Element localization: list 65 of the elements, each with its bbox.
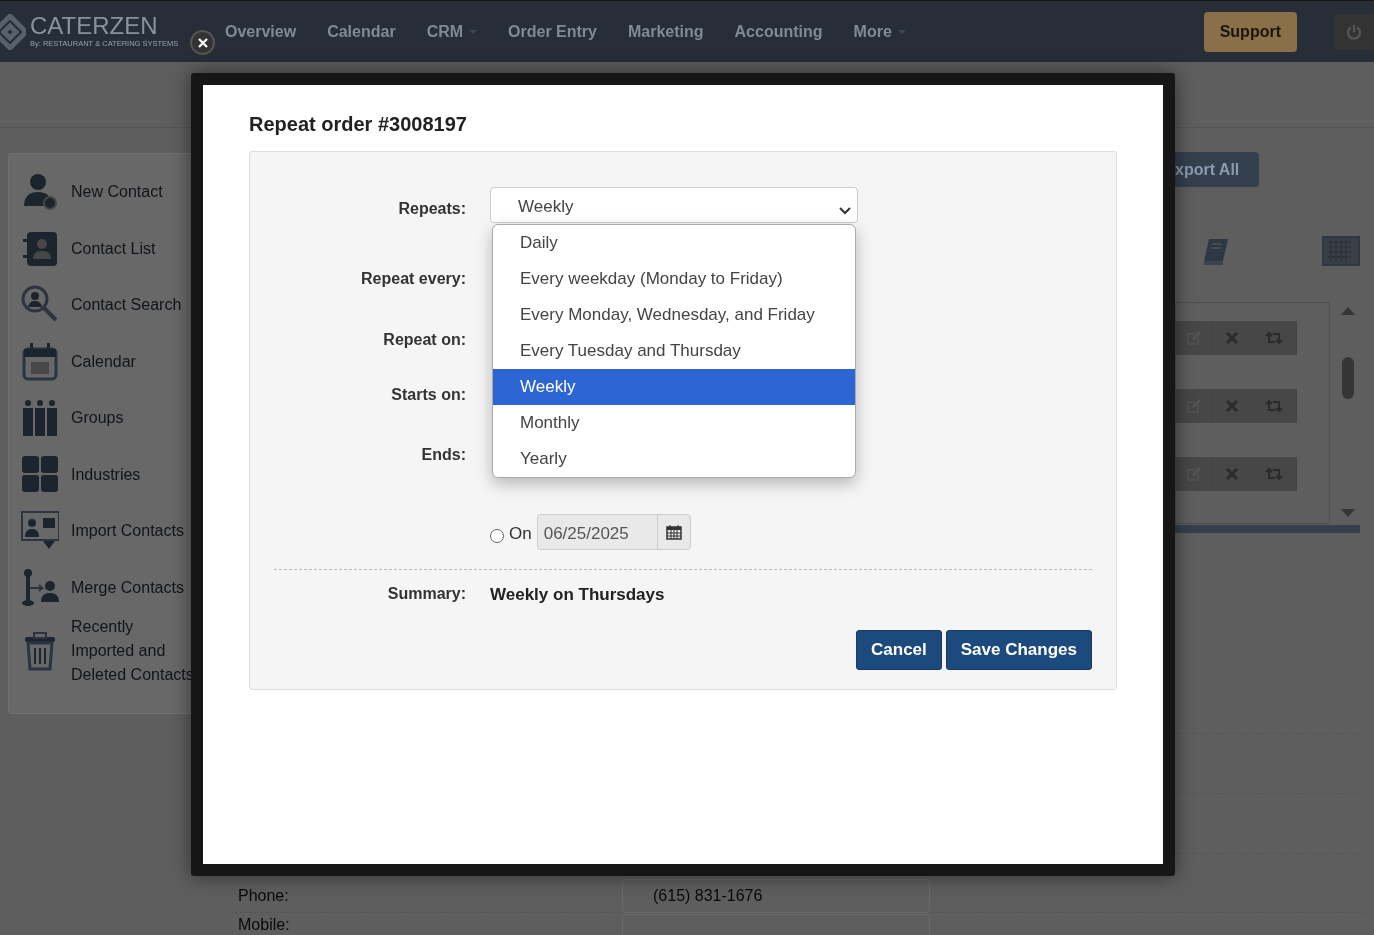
person-add-icon xyxy=(21,172,59,213)
sidebar-link[interactable]: Merge Contacts xyxy=(71,575,184,600)
repeat-button[interactable] xyxy=(1251,389,1297,423)
sidebar-link[interactable]: Contact List xyxy=(71,236,156,261)
sidebar-link[interactable]: New Contact xyxy=(71,180,163,205)
nav-link[interactable]: Calendar xyxy=(327,19,396,44)
field-label: Phone: xyxy=(238,887,289,904)
logo-icon xyxy=(0,13,26,50)
spreadsheet-icon[interactable] xyxy=(1322,236,1360,266)
radio-button[interactable] xyxy=(490,529,504,543)
power-button[interactable] xyxy=(1334,13,1374,50)
power-icon xyxy=(1346,23,1362,40)
sidebar-link[interactable]: Contact Search xyxy=(71,293,182,318)
nav-link[interactable]: More xyxy=(853,19,906,44)
field-label: Starts on: xyxy=(390,385,466,405)
dropdown-option[interactable]: Every Monday, Wednesday, and Friday xyxy=(493,297,855,333)
edit-button[interactable] xyxy=(1175,321,1213,355)
summary-text: Weekly on Thursdays xyxy=(490,584,665,606)
dropdown-option[interactable]: Weekly xyxy=(493,369,855,405)
repeat-button[interactable] xyxy=(1251,321,1297,355)
sidebar-link[interactable]: Industries xyxy=(71,462,141,487)
book-icon[interactable] xyxy=(1203,238,1229,266)
dropdown-option[interactable]: Every Tuesday and Thursday xyxy=(493,333,855,369)
edit-button[interactable] xyxy=(1175,389,1213,423)
dialog-title: Repeat order #3008197 xyxy=(249,112,468,137)
sidebar-link[interactable]: Calendar xyxy=(71,349,136,374)
close-icon xyxy=(1225,468,1238,480)
sidebar-link[interactable]: Import Contacts xyxy=(71,519,184,544)
field-label: Ends: xyxy=(420,445,466,465)
repeat-button[interactable] xyxy=(1251,457,1297,491)
repeat-icon xyxy=(1264,400,1283,412)
support-button[interactable]: Support xyxy=(1203,11,1297,52)
calendar-icon xyxy=(665,524,682,540)
people-icon xyxy=(21,398,59,439)
nav-link[interactable]: Order Entry xyxy=(508,19,597,44)
close-icon xyxy=(1225,332,1238,344)
repeat-icon xyxy=(1264,332,1283,344)
field-label: Repeat on: xyxy=(382,330,466,350)
nav-link[interactable]: Accounting xyxy=(734,19,823,44)
save-button[interactable]: Save Changes xyxy=(945,630,1092,670)
field-label: Summary: xyxy=(386,584,466,604)
repeat-icon xyxy=(1264,468,1283,480)
dropdown-option[interactable]: Monthly xyxy=(493,405,855,441)
field-label: Repeats: xyxy=(397,199,466,219)
dropdown-option[interactable]: Every weekday (Monday to Friday) xyxy=(493,261,855,297)
edit-button[interactable] xyxy=(1175,457,1213,491)
nav-link[interactable]: Marketing xyxy=(628,19,704,44)
logo-text: CATERZEN xyxy=(30,13,159,38)
field-label: Repeat every: xyxy=(360,269,466,289)
calendar-icon xyxy=(21,341,59,382)
nav-link[interactable]: CRM xyxy=(426,19,478,44)
cancel-button[interactable]: Cancel xyxy=(856,630,942,670)
close-icon xyxy=(197,37,208,48)
dropdown-option[interactable]: Yearly xyxy=(493,441,855,477)
dropdown-option[interactable]: Daily xyxy=(493,225,855,261)
close-icon xyxy=(1225,400,1238,412)
horizontal-scrollbar[interactable] xyxy=(1175,525,1360,533)
radio-label: On xyxy=(509,523,532,546)
field-label: Mobile: xyxy=(238,916,290,933)
repeats-select[interactable]: Weekly xyxy=(490,187,858,223)
input-field[interactable]: (615) 831-1676 xyxy=(622,879,930,913)
nav-link[interactable]: Overview xyxy=(225,19,297,44)
sidebar-link[interactable]: Groups xyxy=(71,406,124,431)
tiles-icon xyxy=(21,454,59,495)
merge-icon xyxy=(21,567,59,608)
